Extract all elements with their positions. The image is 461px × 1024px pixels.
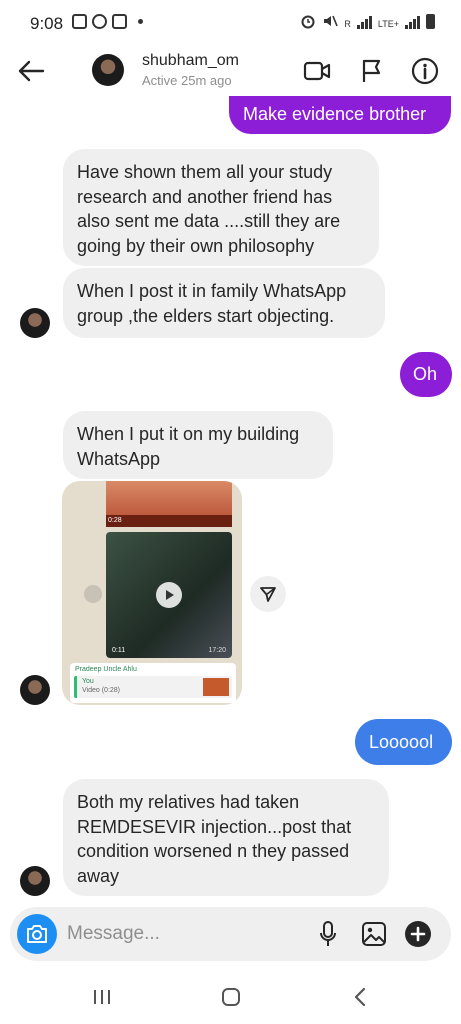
video-call-button[interactable]	[302, 56, 332, 86]
gallery-notification-icon	[72, 14, 87, 29]
more-notifications-dot	[138, 19, 143, 24]
shared-video-screenshot[interactable]: 0:28 0:11 17:20 Pradeep Uncle Ahlu You V…	[62, 481, 242, 705]
reply-quote: You Video (0:28)	[74, 676, 232, 698]
incoming-message[interactable]: Have shown them all your study research …	[63, 149, 379, 266]
reply-video-label: Video (0:28)	[82, 687, 121, 694]
video-duration: 0:11	[112, 647, 126, 654]
nav-back-button[interactable]	[340, 982, 380, 1012]
status-time: 9:08	[30, 14, 64, 33]
sim-indicator: R	[344, 19, 351, 29]
more-options-button[interactable]	[402, 918, 434, 950]
sender-avatar[interactable]	[20, 675, 50, 705]
notification-icons	[72, 14, 143, 29]
outgoing-message[interactable]: Loooool	[355, 719, 452, 765]
battery-icon	[426, 14, 435, 29]
clip-duration: 0:28	[106, 515, 232, 527]
home-icon	[222, 988, 240, 1006]
report-button[interactable]	[357, 56, 387, 86]
incoming-message[interactable]: Both my relatives had taken REMDESEVIR i…	[63, 779, 389, 896]
gallery-icon	[362, 922, 386, 946]
back-button[interactable]	[14, 56, 48, 86]
camera-button[interactable]	[17, 914, 57, 954]
signal-icon	[356, 15, 372, 29]
incoming-message[interactable]: When I post it in family WhatsApp group …	[63, 268, 385, 338]
contact-avatar[interactable]	[92, 54, 124, 86]
reply-thumbnail	[203, 678, 229, 696]
outgoing-message[interactable]: Oh	[400, 352, 452, 397]
video-timestamp: 17:20	[208, 647, 226, 654]
microphone-icon	[320, 921, 336, 946]
video-call-icon	[303, 61, 331, 81]
alarm-icon	[301, 15, 315, 29]
message-input[interactable]	[67, 921, 287, 947]
system-navigation-bar	[0, 972, 461, 1024]
video-thumbnail[interactable]: 0:11 17:20	[106, 532, 232, 658]
info-icon	[411, 57, 439, 85]
share-icon	[84, 585, 102, 603]
sender-avatar[interactable]	[20, 866, 50, 896]
info-button[interactable]	[410, 56, 440, 86]
gallery-button[interactable]	[358, 918, 390, 950]
sender-avatar[interactable]	[20, 308, 50, 338]
clip-thumbnail: 0:28	[106, 481, 232, 527]
camera-icon	[27, 925, 47, 943]
play-icon	[156, 582, 182, 608]
status-bar: 9:08 R LTE+	[0, 0, 461, 46]
reply-you-label: You	[82, 678, 94, 685]
mute-icon	[324, 15, 339, 27]
quoted-reply: Pradeep Uncle Ahlu You Video (0:28)	[70, 663, 236, 703]
system-status-icons: R LTE+	[300, 13, 435, 29]
home-button[interactable]	[211, 982, 251, 1012]
app-notification-icon	[92, 14, 107, 29]
message-composer	[10, 907, 451, 961]
incoming-message[interactable]: When I put it on my building WhatsApp	[63, 411, 333, 479]
signal-icon-2	[405, 15, 420, 29]
contact-active-status: Active 25m ago	[142, 73, 232, 88]
forward-button[interactable]	[250, 576, 286, 612]
network-type: LTE+	[377, 19, 399, 29]
plus-circle-icon	[405, 921, 431, 947]
voice-message-button[interactable]	[312, 918, 344, 950]
instagram-notification-icon	[112, 14, 127, 29]
chat-header: shubham_om Active 25m ago	[0, 46, 461, 96]
contact-username[interactable]: shubham_om	[142, 52, 239, 70]
recent-apps-button[interactable]	[82, 982, 122, 1012]
back-icon	[354, 987, 366, 1007]
flag-icon	[362, 59, 381, 82]
back-arrow-icon	[18, 60, 45, 82]
outgoing-message[interactable]: Make evidence brother	[229, 96, 451, 134]
send-forward-icon	[260, 587, 276, 602]
reply-sender-name: Pradeep Uncle Ahlu	[75, 666, 137, 673]
recent-apps-icon	[94, 990, 110, 1004]
